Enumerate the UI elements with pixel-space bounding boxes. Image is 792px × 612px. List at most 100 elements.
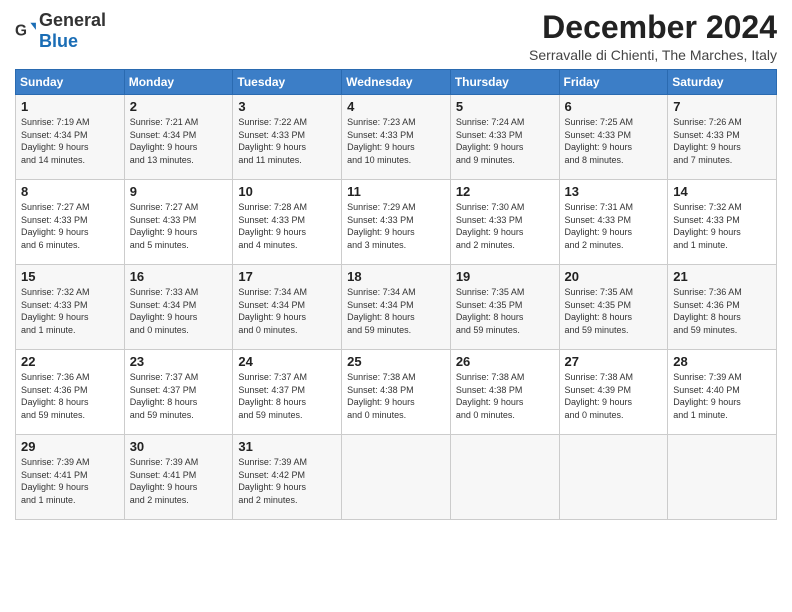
calendar-day-header: Friday [559,70,668,95]
calendar-cell: 20 Sunrise: 7:35 AM Sunset: 4:35 PM Dayli… [559,265,668,350]
calendar-cell: 28 Sunrise: 7:39 AM Sunset: 4:40 PM Dayli… [668,350,777,435]
day-info: Sunrise: 7:27 AM Sunset: 4:33 PM Dayligh… [21,201,119,251]
day-info: Sunrise: 7:25 AM Sunset: 4:33 PM Dayligh… [565,116,663,166]
calendar-day-header: Tuesday [233,70,342,95]
calendar-day-header: Saturday [668,70,777,95]
page-header: G General Blue December 2024 Serravalle … [15,10,777,63]
day-info: Sunrise: 7:32 AM Sunset: 4:33 PM Dayligh… [673,201,771,251]
calendar-week-row: 8 Sunrise: 7:27 AM Sunset: 4:33 PM Daylig… [16,180,777,265]
calendar-cell: 12 Sunrise: 7:30 AM Sunset: 4:33 PM Dayli… [450,180,559,265]
day-number: 31 [238,439,336,454]
day-info: Sunrise: 7:39 AM Sunset: 4:42 PM Dayligh… [238,456,336,506]
calendar-week-row: 15Sunrise: 7:32 AM Sunset: 4:33 PM Dayli… [16,265,777,350]
calendar-week-row: 29 Sunrise: 7:39 AM Sunset: 4:41 PM Dayli… [16,435,777,520]
day-number: 1 [21,99,119,114]
calendar-cell: 15Sunrise: 7:32 AM Sunset: 4:33 PM Dayli… [16,265,125,350]
day-info: Sunrise: 7:29 AM Sunset: 4:33 PM Dayligh… [347,201,445,251]
calendar-cell: 3 Sunrise: 7:22 AM Sunset: 4:33 PM Daylig… [233,95,342,180]
calendar-cell: 6 Sunrise: 7:25 AM Sunset: 4:33 PM Daylig… [559,95,668,180]
day-number: 26 [456,354,554,369]
calendar-cell: 2 Sunrise: 7:21 AM Sunset: 4:34 PM Daylig… [124,95,233,180]
day-number: 4 [347,99,445,114]
calendar-cell: 13Sunrise: 7:31 AM Sunset: 4:33 PM Dayli… [559,180,668,265]
calendar-cell: 10 Sunrise: 7:28 AM Sunset: 4:33 PM Dayli… [233,180,342,265]
day-info: Sunrise: 7:37 AM Sunset: 4:37 PM Dayligh… [238,371,336,421]
day-number: 2 [130,99,228,114]
calendar-cell: 16 Sunrise: 7:33 AM Sunset: 4:34 PM Dayli… [124,265,233,350]
day-info: Sunrise: 7:19 AM Sunset: 4:34 PM Dayligh… [21,116,119,166]
day-number: 11 [347,184,445,199]
day-info: Sunrise: 7:34 AM Sunset: 4:34 PM Dayligh… [347,286,445,336]
day-number: 18 [347,269,445,284]
calendar-cell [342,435,451,520]
calendar-cell: 9Sunrise: 7:27 AM Sunset: 4:33 PM Daylig… [124,180,233,265]
day-number: 5 [456,99,554,114]
calendar-cell: 19 Sunrise: 7:35 AM Sunset: 4:35 PM Dayli… [450,265,559,350]
day-info: Sunrise: 7:39 AM Sunset: 4:40 PM Dayligh… [673,371,771,421]
day-info: Sunrise: 7:34 AM Sunset: 4:34 PM Dayligh… [238,286,336,336]
day-info: Sunrise: 7:27 AM Sunset: 4:33 PM Dayligh… [130,201,228,251]
day-number: 16 [130,269,228,284]
day-info: Sunrise: 7:28 AM Sunset: 4:33 PM Dayligh… [238,201,336,251]
day-number: 7 [673,99,771,114]
day-info: Sunrise: 7:37 AM Sunset: 4:37 PM Dayligh… [130,371,228,421]
location-text: Serravalle di Chienti, The Marches, Ital… [529,47,777,63]
calendar-week-row: 1 Sunrise: 7:19 AM Sunset: 4:34 PM Daylig… [16,95,777,180]
day-number: 24 [238,354,336,369]
day-info: Sunrise: 7:33 AM Sunset: 4:34 PM Dayligh… [130,286,228,336]
calendar-cell: 22Sunrise: 7:36 AM Sunset: 4:36 PM Dayli… [16,350,125,435]
calendar-day-header: Monday [124,70,233,95]
day-number: 19 [456,269,554,284]
day-number: 27 [565,354,663,369]
logo-icon: G [15,20,37,42]
day-number: 6 [565,99,663,114]
day-number: 8 [21,184,119,199]
day-info: Sunrise: 7:38 AM Sunset: 4:38 PM Dayligh… [456,371,554,421]
day-info: Sunrise: 7:36 AM Sunset: 4:36 PM Dayligh… [673,286,771,336]
calendar-cell: 5Sunrise: 7:24 AM Sunset: 4:33 PM Daylig… [450,95,559,180]
calendar-cell: 30 Sunrise: 7:39 AM Sunset: 4:41 PM Dayli… [124,435,233,520]
calendar-cell: 8 Sunrise: 7:27 AM Sunset: 4:33 PM Daylig… [16,180,125,265]
calendar-cell [559,435,668,520]
day-number: 28 [673,354,771,369]
day-number: 3 [238,99,336,114]
day-info: Sunrise: 7:35 AM Sunset: 4:35 PM Dayligh… [565,286,663,336]
logo: G General Blue [15,10,106,52]
day-number: 20 [565,269,663,284]
day-info: Sunrise: 7:39 AM Sunset: 4:41 PM Dayligh… [130,456,228,506]
calendar-cell: 24 Sunrise: 7:37 AM Sunset: 4:37 PM Dayli… [233,350,342,435]
calendar-cell: 18 Sunrise: 7:34 AM Sunset: 4:34 PM Dayli… [342,265,451,350]
day-info: Sunrise: 7:38 AM Sunset: 4:38 PM Dayligh… [347,371,445,421]
day-number: 12 [456,184,554,199]
day-number: 23 [130,354,228,369]
day-info: Sunrise: 7:35 AM Sunset: 4:35 PM Dayligh… [456,286,554,336]
calendar-cell [668,435,777,520]
calendar-cell: 27 Sunrise: 7:38 AM Sunset: 4:39 PM Dayli… [559,350,668,435]
day-info: Sunrise: 7:38 AM Sunset: 4:39 PM Dayligh… [565,371,663,421]
calendar-day-header: Sunday [16,70,125,95]
day-number: 17 [238,269,336,284]
calendar-cell [450,435,559,520]
day-number: 29 [21,439,119,454]
day-info: Sunrise: 7:32 AM Sunset: 4:33 PM Dayligh… [21,286,119,336]
calendar-cell: 21Sunrise: 7:36 AM Sunset: 4:36 PM Dayli… [668,265,777,350]
calendar-cell: 26 Sunrise: 7:38 AM Sunset: 4:38 PM Dayli… [450,350,559,435]
logo-general-text: General [39,10,106,30]
logo-blue-text: Blue [39,31,78,51]
calendar-day-header: Wednesday [342,70,451,95]
day-info: Sunrise: 7:23 AM Sunset: 4:33 PM Dayligh… [347,116,445,166]
day-number: 10 [238,184,336,199]
calendar-cell: 25 Sunrise: 7:38 AM Sunset: 4:38 PM Dayli… [342,350,451,435]
calendar-cell: 23 Sunrise: 7:37 AM Sunset: 4:37 PM Dayli… [124,350,233,435]
calendar-header: SundayMondayTuesdayWednesdayThursdayFrid… [16,70,777,95]
calendar-week-row: 22Sunrise: 7:36 AM Sunset: 4:36 PM Dayli… [16,350,777,435]
day-info: Sunrise: 7:21 AM Sunset: 4:34 PM Dayligh… [130,116,228,166]
day-number: 22 [21,354,119,369]
day-info: Sunrise: 7:30 AM Sunset: 4:33 PM Dayligh… [456,201,554,251]
day-info: Sunrise: 7:22 AM Sunset: 4:33 PM Dayligh… [238,116,336,166]
month-title: December 2024 [529,10,777,45]
day-number: 25 [347,354,445,369]
day-number: 13 [565,184,663,199]
calendar-cell: 11 Sunrise: 7:29 AM Sunset: 4:33 PM Dayli… [342,180,451,265]
day-number: 30 [130,439,228,454]
